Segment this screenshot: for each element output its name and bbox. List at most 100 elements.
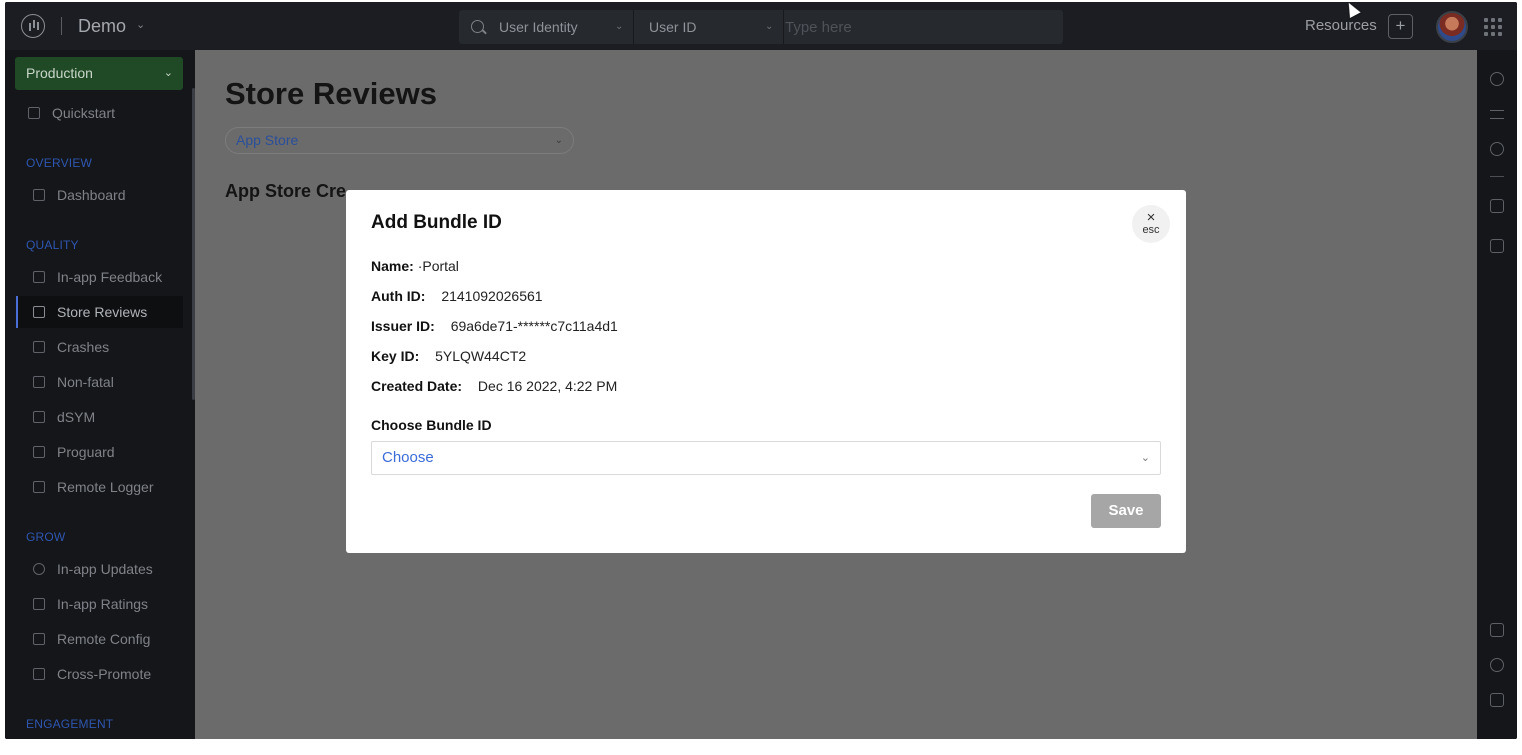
home-icon xyxy=(28,107,40,119)
info-row-created-date: Created Date: Dec 16 2022, 4:22 PM xyxy=(371,378,617,394)
choose-bundle-label: Choose Bundle ID xyxy=(371,417,492,433)
sidebar-item-label: In-app Ratings xyxy=(57,596,149,612)
chevron-down-icon: ⌄ xyxy=(554,135,563,146)
bell-icon xyxy=(33,563,45,575)
sidebar-item-in-app-feedback[interactable]: In-app Feedback xyxy=(16,261,183,293)
sidebar-item-label: Store Reviews xyxy=(57,304,148,320)
braces-icon xyxy=(33,376,45,388)
info-label: Created Date: xyxy=(371,378,463,394)
bundle-id-select[interactable]: Choose ⌄ xyxy=(371,441,1161,475)
device-icon[interactable] xyxy=(1490,199,1504,213)
info-label: Name: xyxy=(371,258,414,274)
message-icon[interactable] xyxy=(1490,693,1504,707)
info-row-auth-id: Auth ID: 2141092026561 xyxy=(371,288,543,304)
info-row-name: Name: ·Portal xyxy=(371,258,459,274)
review-icon xyxy=(33,306,45,318)
sidebar-item-label: Crashes xyxy=(57,339,110,355)
sidebar-item-label: Proguard xyxy=(57,444,115,460)
feedback-icon xyxy=(33,271,45,283)
info-row-issuer-id: Issuer ID: 69a6de71-******c7c11a4d1 xyxy=(371,318,618,334)
search-bar: User Identity ⌄ User ID ⌄ xyxy=(459,10,1063,44)
modal-title: Add Bundle ID xyxy=(371,212,502,233)
users-icon[interactable] xyxy=(1490,72,1504,86)
environment-select[interactable]: Production ⌄ xyxy=(15,57,183,90)
divider xyxy=(61,17,62,35)
divider xyxy=(633,10,634,44)
sidebar-item-in-app-updates[interactable]: In-app Updates xyxy=(16,553,183,585)
sidebar-item-label: In-app Updates xyxy=(57,561,153,577)
search-icon xyxy=(471,20,484,33)
sidebar-item-non-fatal[interactable]: Non-fatal xyxy=(16,366,183,398)
avatar[interactable] xyxy=(1436,11,1468,43)
sidebar-item-label: dSYM xyxy=(57,409,96,425)
sidebar-item-label: Quickstart xyxy=(52,105,116,121)
search-input[interactable] xyxy=(785,10,1055,44)
section-heading: App Store Cre xyxy=(225,181,347,201)
sidebar-item-dsym[interactable]: dSYM xyxy=(16,401,183,433)
project-name[interactable]: Demo xyxy=(78,16,126,37)
chevron-down-icon: ⌄ xyxy=(163,67,173,79)
add-button[interactable]: + xyxy=(1388,14,1413,39)
environment-label: Production xyxy=(26,65,93,81)
sidebar-item-remote-logger[interactable]: Remote Logger xyxy=(16,471,183,503)
section-title-engagement: ENGAGEMENT xyxy=(26,717,114,731)
sidebar-item-quickstart[interactable]: Quickstart xyxy=(16,97,183,129)
divider xyxy=(1490,176,1504,177)
logger-icon xyxy=(33,481,45,493)
dashboard-icon xyxy=(33,189,45,201)
store-select[interactable]: App Store ⌄ xyxy=(225,127,574,154)
info-value: ·Portal xyxy=(417,258,459,274)
page-title: Store Reviews xyxy=(225,76,437,111)
sidebar-item-proguard[interactable]: Proguard xyxy=(16,436,183,468)
sidebar-item-label: In-app Feedback xyxy=(57,269,163,285)
config-icon xyxy=(33,633,45,645)
sidebar-item-label: Cross-Promote xyxy=(57,666,152,682)
close-label: esc xyxy=(1142,224,1160,236)
sidebar-item-crashes[interactable]: Crashes xyxy=(16,331,183,363)
sidebar-item-label: Non-fatal xyxy=(57,374,114,390)
sidebar-item-store-reviews[interactable]: Store Reviews xyxy=(16,296,183,328)
section-title-overview: OVERVIEW xyxy=(26,156,93,170)
add-bundle-id-modal: Add Bundle ID × esc Name: ·Portal Auth I… xyxy=(346,190,1186,553)
sidebar-item-label: Remote Config xyxy=(57,631,151,647)
dsym-icon xyxy=(33,411,45,423)
search-field-select[interactable]: User ID xyxy=(649,10,696,44)
chat-status-icon[interactable] xyxy=(1490,623,1504,637)
section-title-grow: GROW xyxy=(26,530,66,544)
info-value: Dec 16 2022, 4:22 PM xyxy=(477,378,618,394)
chevron-down-icon: ⌄ xyxy=(1140,452,1150,464)
resources-link[interactable]: Resources xyxy=(1305,17,1377,34)
app-window: Demo ⌄ User Identity ⌄ User ID ⌄ Resourc… xyxy=(5,2,1517,739)
info-label: Key ID: xyxy=(371,348,420,364)
support-icon[interactable] xyxy=(1490,658,1504,672)
sidebar: Production ⌄ Quickstart OVERVIEW Dashboa… xyxy=(5,50,195,739)
swap-icon[interactable] xyxy=(1490,110,1504,119)
sidebar-item-dashboard[interactable]: Dashboard xyxy=(16,179,183,211)
info-label: Issuer ID: xyxy=(371,318,435,334)
settings-icon[interactable] xyxy=(1490,142,1504,156)
app-logo-icon[interactable] xyxy=(21,14,45,38)
info-value: 69a6de71-******c7c11a4d1 xyxy=(450,318,618,334)
store-select-value: App Store xyxy=(236,132,299,148)
close-button[interactable]: × esc xyxy=(1132,205,1170,243)
sidebar-item-label: Remote Logger xyxy=(57,479,154,495)
chevron-down-icon[interactable]: ⌄ xyxy=(765,10,773,44)
info-label: Auth ID: xyxy=(371,288,426,304)
chevron-down-icon[interactable]: ⌄ xyxy=(136,18,145,31)
search-type-select[interactable]: User Identity xyxy=(499,10,578,44)
sidebar-item-in-app-ratings[interactable]: In-app Ratings xyxy=(16,588,183,620)
sidebar-item-remote-config[interactable]: Remote Config xyxy=(16,623,183,655)
star-icon xyxy=(33,598,45,610)
divider xyxy=(783,10,784,44)
info-row-key-id: Key ID: 5YLQW44CT2 xyxy=(371,348,526,364)
sidebar-item-cross-promote[interactable]: Cross-Promote xyxy=(16,658,183,690)
close-icon: × xyxy=(1146,209,1156,226)
section-title-quality: QUALITY xyxy=(26,238,79,252)
apps-grid-icon[interactable] xyxy=(1484,18,1502,36)
document-icon[interactable] xyxy=(1490,239,1504,253)
save-button[interactable]: Save xyxy=(1091,494,1161,528)
top-bar: Demo ⌄ User Identity ⌄ User ID ⌄ Resourc… xyxy=(5,2,1517,50)
bug-icon xyxy=(33,341,45,353)
chevron-down-icon[interactable]: ⌄ xyxy=(615,10,623,44)
info-value: 5YLQW44CT2 xyxy=(435,348,527,364)
